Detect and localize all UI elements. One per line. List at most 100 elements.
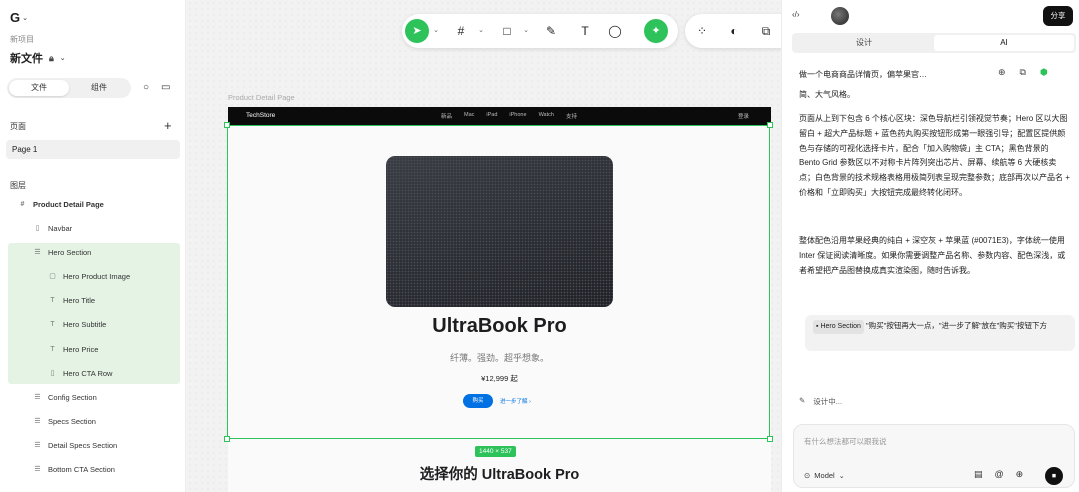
row-icon: ▯ [50,370,55,377]
app-logo-menu[interactable]: G ⌄ [10,10,28,25]
chevron-down-icon[interactable]: ⌄ [477,14,485,48]
mention-icon[interactable]: @ [995,469,1004,480]
boolean-icon[interactable]: ⧉ [757,14,775,48]
share-button[interactable]: 分享 [1043,6,1073,26]
avatar[interactable] [831,7,849,25]
chevron-down-icon: ⌄ [22,14,28,22]
right-panel: ‹/› 分享 设计 AI 做一个电商商品详情页，偏苹果官… ⊕ ⧉ ⬢ 简、大气… [781,0,1079,492]
layer-label: Specs Section [48,417,96,426]
project-name: 新项目 [10,35,34,44]
frame-label[interactable]: Product Detail Page [228,93,295,102]
ai-tool-icon[interactable]: ✦ [644,19,668,43]
context-chip: ▪ Hero Section [813,320,864,334]
text-icon: T [50,321,55,328]
model-selector[interactable]: ⊙ Model ⌄ [804,471,845,480]
frame-icon: # [20,201,25,208]
search-icon[interactable]: ○ [143,82,149,93]
layer-label: Hero Section [48,248,92,257]
layers-title: 图层 [10,181,26,190]
user-message: ▪ Hero Section "购买"按钮再大一点，"进一步了解"放在"购买"按… [805,315,1075,351]
chat-input-placeholder[interactable]: 有什么想法都可以跟我说 [804,436,887,447]
shield-icon[interactable]: ⬢ [1040,67,1048,78]
chevron-down-icon: ⌄ [838,472,845,480]
chevron-down-icon[interactable]: ⌄ [522,14,530,48]
tab-components[interactable]: 组件 [69,80,129,96]
layer-hero-title[interactable]: T Hero Title [48,289,95,313]
layer-hero-cta-row[interactable]: ▯ Hero CTA Row [48,362,113,386]
chevron-down-icon[interactable]: ⌄ [432,14,440,48]
layer-navbar[interactable]: ▯ Navbar [33,217,73,241]
copy-icon[interactable]: ⧉ [1020,67,1026,78]
tab-files[interactable]: 文件 [9,80,69,96]
layer-product-detail-page[interactable]: # Product Detail Page [18,193,104,217]
main-toolbar: ➤ ⌄ # ⌄ □ ⌄ ✎ T ◯ ✦ [402,14,678,48]
config-section-title[interactable]: 选择你的 UltraBook Pro [228,463,771,484]
layer-label: Config Section [48,393,97,402]
chat-title: 做一个电商商品详情页，偏苹果官… [799,70,927,79]
nav-link: iPhone [509,112,527,118]
nav-link: Mac [464,112,475,118]
component-icon[interactable]: ⁘ [693,14,711,48]
nav-link: 新品 [441,114,453,120]
stack-icon: ☰ [34,249,41,256]
send-button[interactable]: ⏹ [1045,467,1063,485]
resize-handle[interactable] [767,436,773,442]
layer-hero-section[interactable]: ☰ Hero Section [33,241,91,265]
chat-input-box[interactable]: 有什么想法都可以跟我说 ⊙ Model ⌄ ▤ @ ⊕ ⏹ [793,424,1075,488]
pen-tool-icon[interactable]: ✎ [542,14,560,48]
ai-message-body: 页面从上到下包含 6 个核心区块：深色导航栏引领视觉节奏；Hero 区以大图留白… [799,114,1070,197]
stack-icon: ☰ [34,394,41,401]
stack-icon: ☰ [34,418,41,425]
context-chip-label: Hero Section [820,323,861,330]
stack-icon: ☰ [34,442,41,449]
left-panel: G ⌄ 新项目 新文件 🔒︎ ⌄ 文件 组件 ○ ▭ 页面 + Page 1 图… [0,0,186,492]
layer-specs-section[interactable]: ☰ Specs Section [33,410,96,434]
history-icon[interactable]: ⊕ [998,67,1006,78]
resize-handle[interactable] [767,122,773,128]
ai-message-line: 简、大气风格。 [799,90,855,99]
tab-design[interactable]: 设计 [794,35,934,51]
comment-tool-icon[interactable]: ◯ [606,14,624,48]
rectangle-tool-icon[interactable]: □ [498,14,516,48]
chevron-down-icon[interactable]: ⌄ [60,54,66,62]
nav-link: 支持 [565,114,577,120]
page-item[interactable]: Page 1 [6,140,180,159]
panel-tabs: 文件 组件 [7,78,131,98]
selection-box[interactable] [224,122,773,442]
model-label: Model [814,471,835,480]
frame-tool-icon[interactable]: # [452,14,470,48]
status-text: 设计中... [813,397,843,406]
layer-label: Bottom CTA Section [48,465,115,474]
resize-handle[interactable] [224,436,230,442]
layer-label: Hero Title [63,296,96,305]
attach-icon[interactable]: ⊕ [1016,469,1024,480]
resize-handle[interactable] [224,122,230,128]
layer-hero-subtitle[interactable]: T Hero Subtitle [48,313,106,337]
lock-icon[interactable]: 🔒︎ [49,53,54,64]
library-icon[interactable]: ▤ [974,469,983,480]
status-row: ✎ 设计中... [799,396,842,407]
model-icon: ⊙ [804,471,811,480]
layer-hero-product-image[interactable]: ▢ Hero Product Image [48,265,130,289]
layer-label: Hero Subtitle [63,320,107,329]
file-name[interactable]: 新文件 🔒︎ ⌄ [10,50,66,66]
add-page-icon[interactable]: + [164,118,172,133]
text-tool-icon[interactable]: T [576,14,594,48]
navbar[interactable]: TechStore 新品 Mac iPad iPhone Watch 支持 登录 [228,107,771,125]
image-icon: ▢ [49,273,56,280]
nav-login: 登录 [738,114,750,120]
tab-ai[interactable]: AI [934,35,1074,51]
pointer-tool-icon[interactable]: ➤ [405,19,429,43]
layer-detail-specs-section[interactable]: ☰ Detail Specs Section [33,434,117,458]
stack-icon: ☰ [34,466,41,473]
text-icon: T [50,346,55,353]
app: G ⌄ 新项目 新文件 🔒︎ ⌄ 文件 组件 ○ ▭ 页面 + Page 1 图… [0,0,1079,492]
layer-hero-price[interactable]: T Hero Price [48,338,98,362]
contrast-icon[interactable]: ◐ [725,14,743,48]
brush-icon: ✎ [799,396,806,405]
code-icon[interactable]: ‹/› [792,10,800,19]
layer-config-section[interactable]: ☰ Config Section [33,386,97,410]
book-icon[interactable]: ▭ [161,82,170,93]
layer-bottom-cta-section[interactable]: ☰ Bottom CTA Section [33,458,115,482]
text-icon: T [50,297,55,304]
